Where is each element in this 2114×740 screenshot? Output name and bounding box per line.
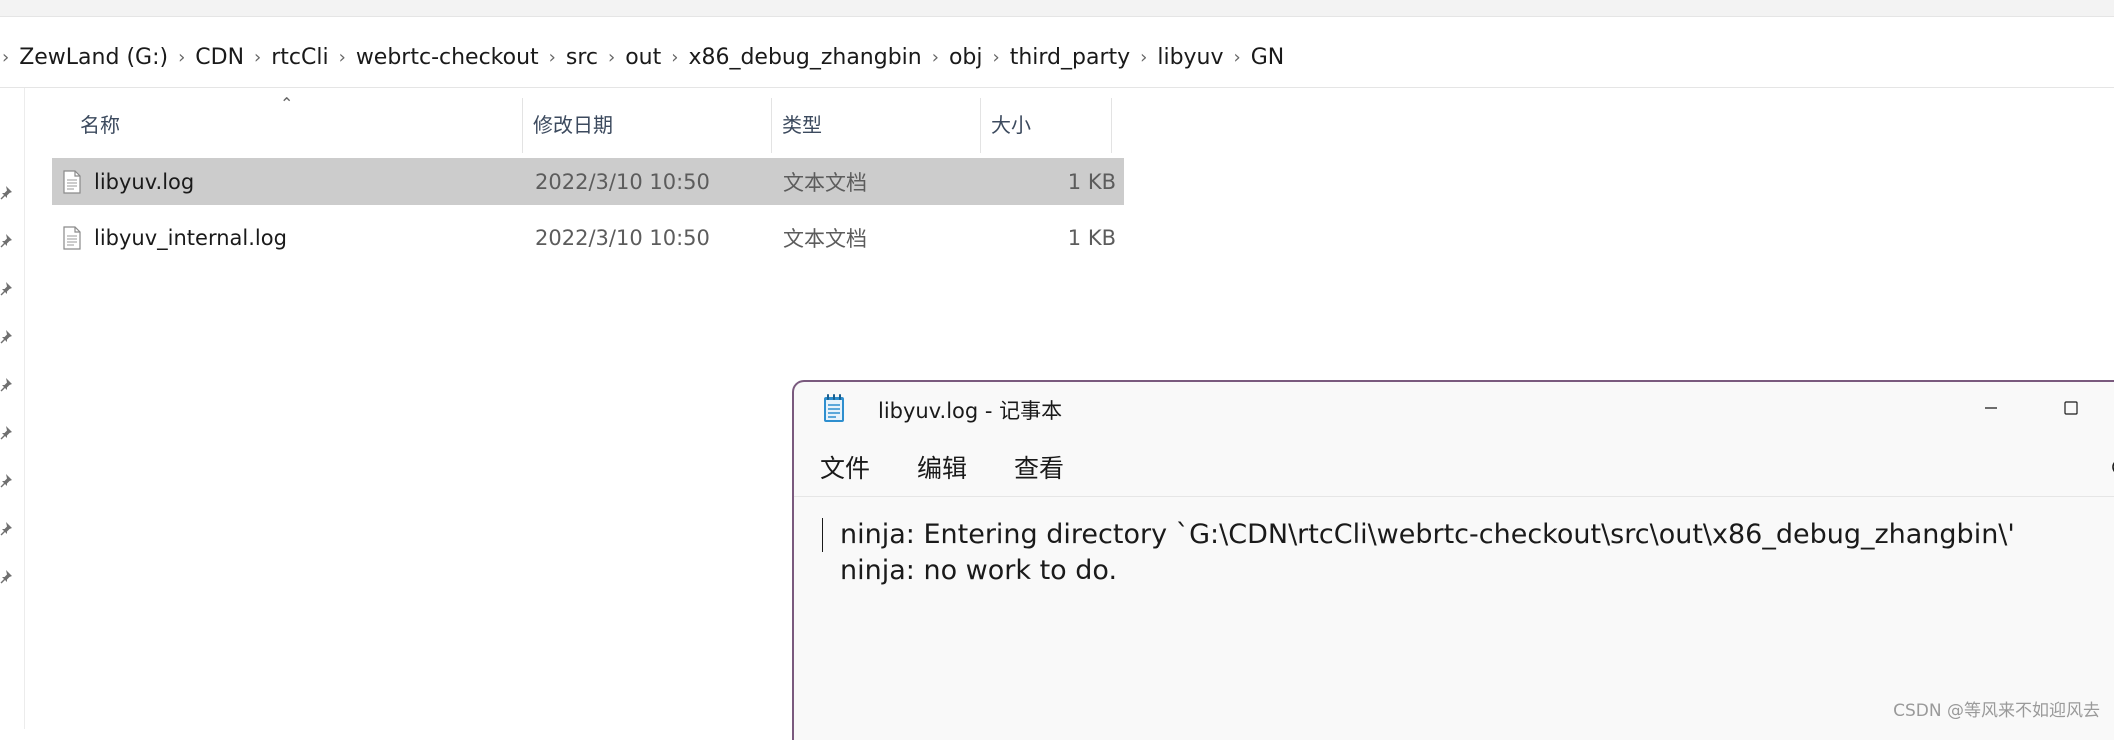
maximize-button[interactable] <box>2041 382 2101 434</box>
maximize-icon <box>2064 401 2078 415</box>
pin-icon[interactable] <box>0 472 16 488</box>
file-name: libyuv_internal.log <box>94 225 287 250</box>
menu-view[interactable]: 查看 <box>1014 438 1064 496</box>
breadcrumb-item-cdn[interactable]: CDN <box>195 45 244 70</box>
file-type: 文本文档 <box>783 170 867 195</box>
breadcrumb-chevron-icon[interactable]: › <box>992 47 999 68</box>
file-date: 2022/3/10 10:50 <box>535 225 710 250</box>
text-caret <box>822 518 823 552</box>
column-header-size-label: 大小 <box>991 112 1031 137</box>
text-document-icon <box>63 225 81 250</box>
pin-icon[interactable] <box>0 280 16 296</box>
minimize-icon <box>1985 407 1997 409</box>
breadcrumb-chevron-icon[interactable]: › <box>932 47 939 68</box>
breadcrumb-item-x86-debug[interactable]: x86_debug_zhangbin <box>688 45 921 70</box>
menu-file[interactable]: 文件 <box>820 438 870 496</box>
column-header-type-label: 类型 <box>782 112 822 137</box>
file-date: 2022/3/10 10:50 <box>535 169 710 194</box>
column-divider[interactable] <box>1111 98 1112 153</box>
pin-icon[interactable] <box>0 376 16 392</box>
breadcrumb-item-webrtc-checkout[interactable]: webrtc-checkout <box>356 45 539 70</box>
quick-access-pin-strip <box>0 88 25 729</box>
notepad-app-icon <box>824 394 844 422</box>
breadcrumb-chevron-icon[interactable]: › <box>1140 47 1147 68</box>
breadcrumb-chevron-icon[interactable]: › <box>671 47 678 68</box>
column-header-size[interactable]: 大小 <box>981 88 1111 158</box>
notepad-window[interactable]: libyuv.log - 记事本 文件 编辑 查看 ninja: Enterin… <box>792 380 2114 740</box>
column-header-name[interactable]: 名称 <box>70 88 522 158</box>
menu-edit[interactable]: 编辑 <box>917 438 967 496</box>
explorer-toolbar-strip <box>0 0 2114 17</box>
notepad-titlebar[interactable]: libyuv.log - 记事本 <box>794 382 2114 438</box>
breadcrumb[interactable]: › ZewLand (G:) › CDN › rtcCli › webrtc-c… <box>0 27 2114 88</box>
breadcrumb-chevron-icon[interactable]: › <box>1234 47 1241 68</box>
file-size: 1 KB <box>1067 169 1116 194</box>
breadcrumb-item-src[interactable]: src <box>566 45 598 70</box>
notepad-title: libyuv.log - 记事本 <box>878 399 1063 423</box>
text-line: ninja: no work to do. <box>840 555 1118 586</box>
text-line: ninja: Entering directory `G:\CDN\rtcCli… <box>840 519 2015 550</box>
breadcrumb-item-rtccli[interactable]: rtcCli <box>271 45 328 70</box>
notepad-menubar: 文件 编辑 查看 <box>794 438 2114 497</box>
breadcrumb-item-drive[interactable]: ZewLand (G:) <box>19 45 168 70</box>
file-size: 1 KB <box>1067 225 1116 250</box>
column-header-date[interactable]: 修改日期 <box>523 88 771 158</box>
file-name-cell: libyuv.log <box>62 158 194 205</box>
watermark: CSDN @等风来不如迎风去 <box>1893 701 2100 721</box>
close-button[interactable] <box>2106 382 2114 434</box>
breadcrumb-chevron-icon[interactable]: › <box>608 47 615 68</box>
breadcrumb-chevron-icon[interactable]: › <box>254 47 261 68</box>
pin-icon[interactable] <box>0 328 16 344</box>
breadcrumb-item-third-party[interactable]: third_party <box>1010 45 1130 70</box>
breadcrumb-item-out[interactable]: out <box>625 45 661 70</box>
column-header-date-label: 修改日期 <box>533 112 613 137</box>
breadcrumb-chevron-icon[interactable]: › <box>178 47 185 68</box>
minimize-button[interactable] <box>1961 382 2021 434</box>
pin-icon[interactable] <box>0 568 16 584</box>
file-name: libyuv.log <box>94 169 195 194</box>
breadcrumb-item-libyuv[interactable]: libyuv <box>1157 45 1223 70</box>
breadcrumb-item-obj[interactable]: obj <box>949 45 983 70</box>
breadcrumb-item-gn[interactable]: GN <box>1251 45 1285 70</box>
pin-icon[interactable] <box>0 424 16 440</box>
breadcrumb-chevron-icon[interactable]: › <box>549 47 556 68</box>
column-headers: ⌃ 名称 修改日期 类型 大小 <box>25 88 1112 158</box>
pin-icon[interactable] <box>0 184 16 200</box>
breadcrumb-chevron-icon[interactable]: › <box>339 47 346 68</box>
file-type: 文本文档 <box>783 226 867 251</box>
column-header-name-label: 名称 <box>80 112 120 137</box>
pin-icon[interactable] <box>0 520 16 536</box>
settings-gear-icon[interactable] <box>2108 455 2114 479</box>
column-header-type[interactable]: 类型 <box>772 88 980 158</box>
file-name-cell: libyuv_internal.log <box>62 214 287 261</box>
text-document-icon <box>63 169 81 194</box>
file-row-libyuv-internal-log[interactable]: libyuv_internal.log 2022/3/10 10:50 文本文档… <box>52 214 1124 261</box>
file-row-libyuv-log[interactable]: libyuv.log 2022/3/10 10:50 文本文档 1 KB <box>52 158 1124 205</box>
pin-icon[interactable] <box>0 232 16 248</box>
breadcrumb-chevron-icon[interactable]: › <box>2 47 9 68</box>
